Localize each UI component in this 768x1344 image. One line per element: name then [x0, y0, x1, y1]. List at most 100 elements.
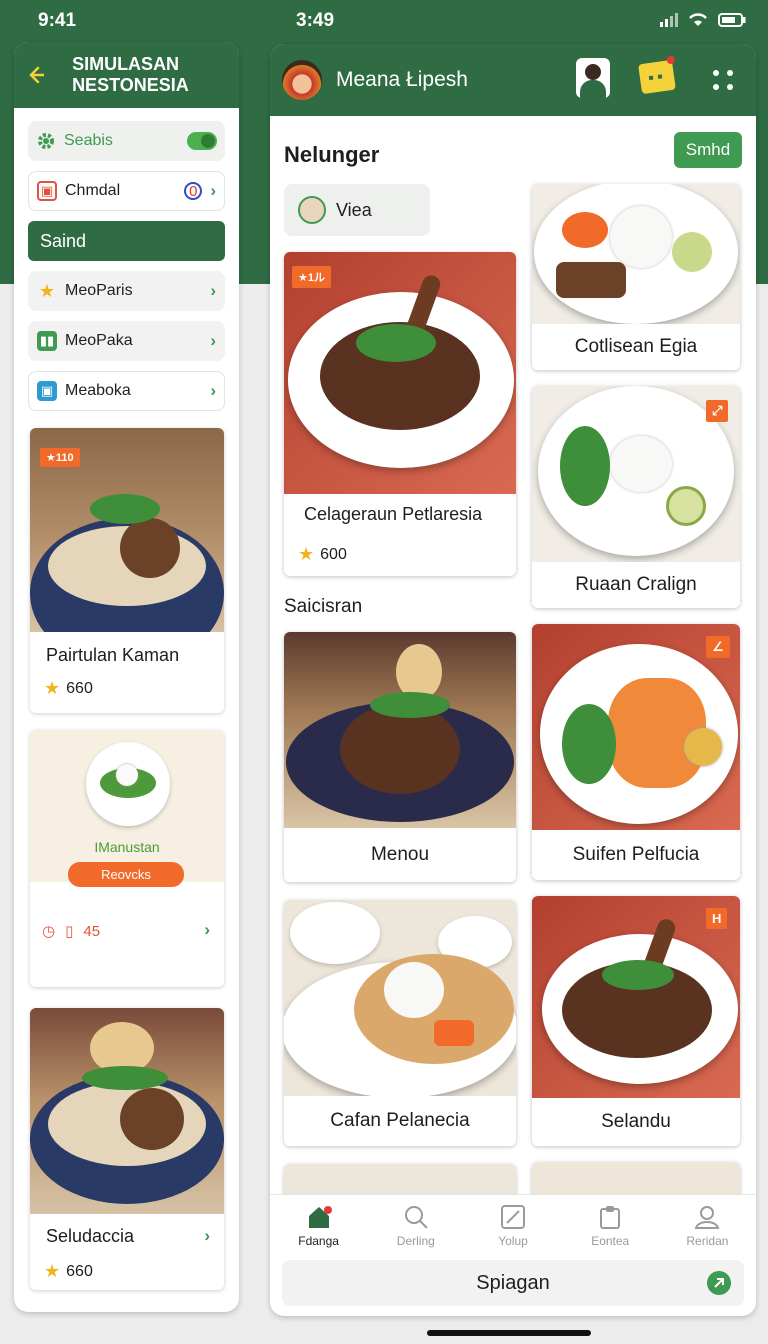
- image-icon: ▣: [37, 181, 57, 201]
- chevron-right-icon: ›: [204, 920, 210, 939]
- menu-item-label: Saind: [40, 230, 87, 251]
- food-photo: ★1ル: [284, 252, 516, 494]
- meta-value: 45: [83, 922, 101, 940]
- nav-item-clipboard[interactable]: Eontea: [562, 1195, 659, 1256]
- food-photo: [284, 632, 516, 828]
- right-header: Meana Łipesh: [270, 44, 756, 116]
- card-rating: ★ 660: [30, 1247, 224, 1282]
- food-photo: ∠: [532, 624, 740, 830]
- expand-icon[interactable]: ⤢: [706, 400, 729, 422]
- food-card[interactable]: H Selandu: [532, 896, 740, 1146]
- nav-label: Yolup: [498, 1233, 528, 1248]
- food-photo: ⤢: [532, 386, 740, 562]
- nav-item-search[interactable]: Derling: [367, 1195, 464, 1256]
- food-card[interactable]: ⤢ Ruaan Cralign: [532, 386, 740, 608]
- left-panel-title: SIMULASAN NESTONESIA: [72, 54, 189, 95]
- food-card[interactable]: Cafan Pelanecia: [284, 900, 516, 1146]
- food-photo: [532, 184, 740, 324]
- toggle-switch[interactable]: [187, 132, 217, 150]
- edit-icon: [501, 1204, 525, 1229]
- rice: [384, 962, 444, 1018]
- left-panel: SIMULASAN NESTONESIA Seabis ▣ Chmdal 0 ›…: [14, 42, 239, 1312]
- food-card[interactable]: Cotlisean Egia: [532, 184, 740, 370]
- setting-toggle-row[interactable]: Seabis: [28, 121, 225, 161]
- carrot: [562, 212, 608, 248]
- card-rating: ★ 600: [298, 544, 347, 565]
- chevron-right-icon: ›: [210, 331, 216, 350]
- garnish: [90, 494, 160, 524]
- filter-chip-label: Viea: [336, 199, 372, 220]
- garnish: [356, 324, 436, 362]
- greens: [560, 426, 610, 506]
- image-icon: ▣: [37, 381, 57, 401]
- meat: [556, 262, 626, 298]
- card-title: Pairtulan Kaman: [46, 645, 180, 665]
- food-photo: ★110: [30, 428, 224, 632]
- add-icon[interactable]: ∠: [706, 636, 730, 658]
- cucumber: [666, 486, 706, 526]
- nav-label: Eontea: [591, 1233, 630, 1248]
- avatar[interactable]: [282, 60, 322, 100]
- rating-value: 660: [66, 1262, 93, 1280]
- save-icon[interactable]: H: [706, 908, 728, 929]
- grid-icon: ▮▮: [37, 331, 57, 351]
- menu-item-meopaka[interactable]: ▮▮ MeoPaka ›: [28, 321, 225, 361]
- nav-item-profile[interactable]: Reridan: [659, 1195, 756, 1256]
- menu-item-saind[interactable]: Saind: [28, 221, 225, 261]
- chat-icon[interactable]: [638, 55, 676, 95]
- nav-label: Derling: [396, 1233, 435, 1248]
- right-panel: Meana Łipesh Nelunger Smhd Viea ★1ル Cela…: [270, 44, 756, 1316]
- card-title: Cotlisean Egia: [532, 324, 740, 370]
- filter-chip[interactable]: Viea: [284, 184, 430, 236]
- promo-badge: ★1ル: [292, 266, 331, 288]
- menu-item-chmdal[interactable]: ▣ Chmdal 0 ›: [28, 171, 225, 211]
- rating-value: 660: [66, 679, 93, 697]
- menu-item-meoparis[interactable]: ★ MeoParis ›: [28, 271, 225, 311]
- promo-title: IManustan: [94, 839, 160, 855]
- nav-item-home[interactable]: Fdanga: [270, 1195, 367, 1256]
- side-bowl: [290, 902, 380, 964]
- menu-item-label: Chmdal: [65, 182, 121, 199]
- menu-item-label: MeoParis: [65, 282, 133, 299]
- garnish: [602, 960, 674, 990]
- timer-icon: ◷: [42, 923, 56, 940]
- meat: [120, 518, 180, 578]
- home-indicator: [427, 1330, 591, 1336]
- food-card[interactable]: ∠ Suifen Pelfucia: [532, 624, 740, 880]
- profile-icon: [695, 1205, 720, 1229]
- badge-icon: 0: [184, 182, 203, 200]
- signal-icon: [660, 12, 678, 27]
- card-rating: ★ 660: [30, 666, 224, 699]
- food-card[interactable]: Menou: [284, 632, 516, 882]
- menu-item-meaboka[interactable]: ▣ Meaboka ›: [28, 371, 225, 411]
- plate: [86, 742, 170, 826]
- bottom-action-button[interactable]: Spiagan: [282, 1260, 744, 1306]
- arrow-circle-icon: [707, 1271, 731, 1295]
- promo-button[interactable]: Reovcks: [68, 862, 184, 887]
- bottom-action-label: Spiagan: [476, 1271, 550, 1294]
- chevron-right-icon: ›: [210, 281, 216, 300]
- food-card[interactable]: ★1ル Celageraun Petlaresia ★ 600: [284, 252, 516, 576]
- promo-area: IManustan Reovcks: [30, 730, 224, 887]
- promo-card[interactable]: IManustan Reovcks ◷ ▯ 45 ›: [30, 730, 224, 987]
- chevron-right-icon: ›: [210, 181, 216, 200]
- food-card[interactable]: Seludaccia › ★ 660: [30, 1008, 224, 1290]
- battery-icon: [718, 12, 746, 27]
- status-icons: [660, 12, 746, 27]
- back-arrow-icon[interactable]: [28, 66, 45, 84]
- search-icon: [404, 1205, 428, 1229]
- card-title: Seludaccia: [46, 1226, 135, 1246]
- wifi-icon: [689, 13, 707, 26]
- more-dots-icon[interactable]: [712, 69, 734, 91]
- nav-item-edit[interactable]: Yolup: [464, 1195, 561, 1256]
- meat: [120, 1088, 184, 1150]
- rice: [610, 436, 672, 492]
- card-title: Celageraun Petlaresia: [304, 504, 483, 524]
- profile-icon[interactable]: [576, 58, 610, 98]
- clipboard-icon: [600, 1205, 621, 1229]
- send-button[interactable]: Smhd: [674, 132, 742, 168]
- food-card[interactable]: ★110 Pairtulan Kaman ★ 660: [30, 428, 224, 713]
- promo-badge: ★110: [40, 448, 80, 467]
- toggle-label: Seabis: [64, 132, 113, 149]
- section-title: Nelunger: [284, 142, 380, 167]
